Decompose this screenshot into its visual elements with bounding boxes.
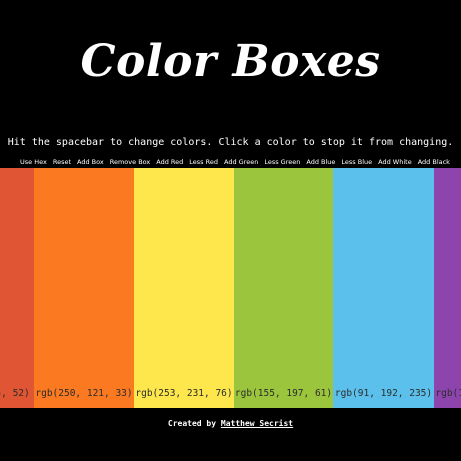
color-box-yellow[interactable]: rgb(253, 231, 76) — [134, 168, 234, 408]
color-boxes: rgb(224, 85, 52) rgb(250, 121, 33) rgb(2… — [0, 168, 461, 408]
color-box-label: rgb(155, 197, 61) — [234, 388, 333, 399]
color-box-purple[interactable]: rgb(142, 68, 173) — [434, 168, 461, 408]
page-title: Color Boxes — [80, 36, 381, 87]
add-white-button[interactable]: Add White — [378, 156, 412, 168]
add-green-button[interactable]: Add Green — [224, 156, 258, 168]
color-box-red[interactable]: rgb(224, 85, 52) — [0, 168, 34, 408]
footer-prefix: Created by — [167, 419, 217, 428]
page: Color Boxes Hit the spacebar to change c… — [0, 0, 461, 461]
color-box-label: rgb(91, 192, 235) — [334, 388, 433, 399]
color-box-green[interactable]: rgb(155, 197, 61) — [234, 168, 333, 408]
less-blue-button[interactable]: Less Blue — [341, 156, 372, 168]
controls-bar: Use Hex Reset Add Box Remove Box Add Red… — [20, 156, 450, 168]
color-box-blue[interactable]: rgb(91, 192, 235) — [333, 168, 434, 408]
add-blue-button[interactable]: Add Blue — [306, 156, 335, 168]
less-green-button[interactable]: Less Green — [264, 156, 300, 168]
use-hex-button[interactable]: Use Hex — [20, 156, 47, 168]
color-box-label: rgb(253, 231, 76) — [135, 388, 233, 399]
color-box-label: rgb(224, 85, 52) — [0, 388, 30, 399]
footer: Created by Matthew Secrist — [0, 418, 461, 430]
add-black-button[interactable]: Add Black — [418, 156, 450, 168]
color-box-label: rgb(142, 68, 173) — [435, 388, 461, 399]
color-box-label: rgb(250, 121, 33) — [35, 388, 133, 399]
reset-button[interactable]: Reset — [53, 156, 71, 168]
color-box-orange[interactable]: rgb(250, 121, 33) — [34, 168, 134, 408]
less-red-button[interactable]: Less Red — [189, 156, 218, 168]
author-link[interactable]: Matthew Secrist — [221, 419, 293, 428]
instructions-text: Hit the spacebar to change colors. Click… — [7, 137, 454, 148]
remove-box-button[interactable]: Remove Box — [110, 156, 151, 168]
add-box-button[interactable]: Add Box — [77, 156, 104, 168]
add-red-button[interactable]: Add Red — [156, 156, 183, 168]
